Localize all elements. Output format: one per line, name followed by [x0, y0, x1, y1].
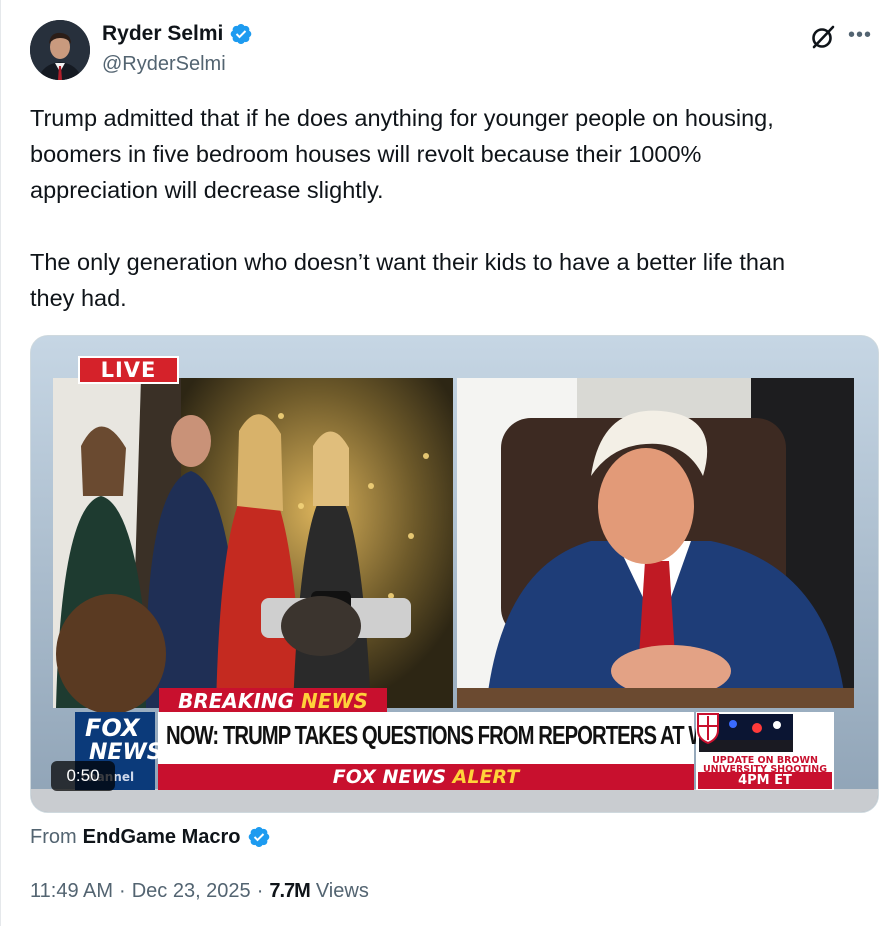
- views-count: 7.7M: [269, 880, 310, 902]
- headline-bar: NOW: TRUMP TAKES QUESTIONS FROM REPORTER…: [158, 712, 721, 764]
- grok-icon[interactable]: [810, 24, 836, 50]
- shield-icon: [697, 713, 719, 744]
- tweet-time[interactable]: 11:49 AM: [30, 880, 113, 903]
- logo-line: FOX: [85, 714, 140, 742]
- live-badge: LIVE: [78, 356, 179, 384]
- avatar[interactable]: [30, 20, 90, 80]
- tweet-date[interactable]: Dec 23, 2025: [132, 880, 251, 903]
- verified-badge-icon: [231, 24, 252, 44]
- video-duration: 0:50: [51, 761, 115, 791]
- alert-bar: FOX NEWS ALERT: [158, 764, 694, 790]
- verified-badge-icon: [248, 827, 269, 847]
- tweet-card: Ryder Selmi @RyderSelmi ••• Trump admitt…: [0, 0, 890, 926]
- divider: [0, 0, 1, 926]
- headline-text: NOW: TRUMP TAKES QUESTIONS FROM REPORTER…: [166, 720, 721, 750]
- breaking-prefix: BREAKING: [178, 689, 295, 713]
- side-update-box: UPDATE ON BROWN UNIVERSITY SHOOTING 4PM …: [696, 712, 834, 790]
- breaking-news-tag: BREAKING NEWS: [159, 688, 387, 714]
- source-attribution: From EndGame Macro: [30, 825, 271, 849]
- tweet-meta: 11:49 AM · Dec 23, 2025 · 7.7M Views: [30, 880, 369, 903]
- tweet-paragraph: The only generation who doesn’t want the…: [30, 249, 786, 311]
- source-name[interactable]: EndGame Macro: [83, 826, 241, 849]
- breaking-suffix: NEWS: [300, 689, 368, 713]
- video-player[interactable]: LIVE BREAKING NEWS FOX NEWS channel NOW:…: [30, 335, 879, 813]
- alert-brand: FOX NEWS: [332, 766, 447, 788]
- separator-dot: ·: [256, 880, 264, 902]
- author-handle[interactable]: @RyderSelmi: [102, 53, 226, 76]
- separator-dot: ·: [119, 880, 126, 902]
- more-options-icon[interactable]: •••: [848, 24, 876, 46]
- alert-word: ALERT: [452, 766, 520, 788]
- side-update-time: 4PM ET: [698, 772, 832, 789]
- source-prefix: From: [30, 825, 77, 848]
- tweet-paragraph: Trump admitted that if he does anything …: [30, 105, 774, 203]
- author-name[interactable]: Ryder Selmi: [102, 22, 223, 46]
- tweet-text: Trump admitted that if he does anything …: [30, 100, 880, 316]
- views-label: Views: [315, 880, 369, 902]
